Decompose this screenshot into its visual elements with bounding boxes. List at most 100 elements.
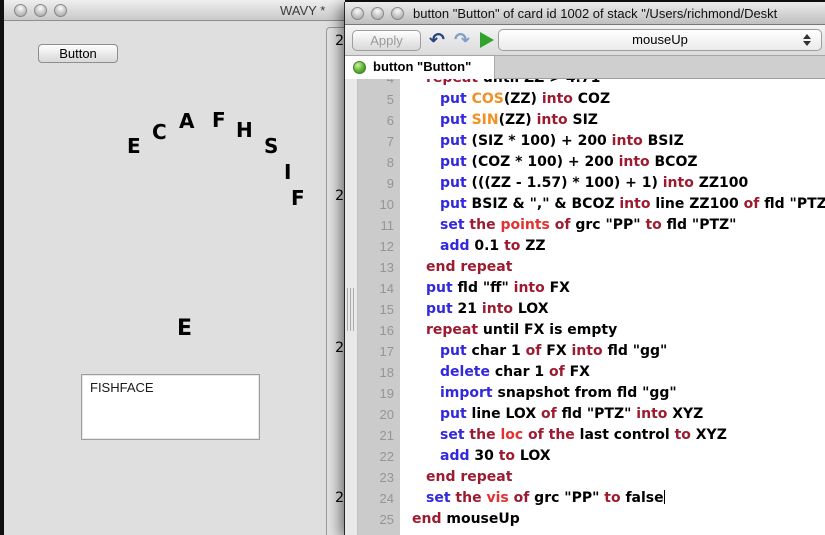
code-line[interactable]: 15put 21 into LOX (358, 299, 825, 320)
close-icon[interactable] (14, 4, 27, 17)
stack-button[interactable]: Button (38, 44, 118, 63)
script-editor-titlebar[interactable]: button "Button" of card id 1002 of stack… (345, 2, 825, 25)
code-text[interactable]: repeat until FX is empty (400, 320, 825, 341)
code-line-filler (358, 530, 825, 535)
line-number: 5 (358, 89, 400, 110)
line-number: 21 (358, 425, 400, 446)
letter-snapshot[interactable]: E (127, 136, 141, 156)
letter-snapshot[interactable]: F (212, 110, 226, 130)
code-line[interactable]: 19import snapshot from fld "gg" (358, 383, 825, 404)
run-icon[interactable] (480, 32, 494, 48)
code-text[interactable]: put 21 into LOX (400, 299, 825, 320)
sidebar-grip-handle[interactable] (347, 288, 356, 331)
code-line[interactable]: 7put (SIZ * 100) + 200 into BSIZ (358, 131, 825, 152)
code-text[interactable]: put char 1 of FX into fld "gg" (400, 341, 825, 362)
code-text[interactable]: put (COZ * 100) + 200 into BCOZ (400, 152, 825, 173)
code-line[interactable]: 11set the points of grc "PP" to fld "PTZ… (358, 215, 825, 236)
code-line[interactable]: 16repeat until FX is empty (358, 320, 825, 341)
code-text[interactable]: put line LOX of fld "PTZ" into XYZ (400, 404, 825, 425)
letter-snapshot[interactable]: S (264, 136, 278, 156)
code-text[interactable]: end repeat (400, 257, 825, 278)
code-text[interactable]: import snapshot from fld "gg" (400, 383, 825, 404)
line-number: 7 (358, 131, 400, 152)
line-number: 20 (358, 404, 400, 425)
line-number: 10 (358, 194, 400, 215)
line-number: 25 (358, 509, 400, 530)
sidebar-collapse-strip (345, 79, 358, 535)
code-text[interactable]: put (SIZ * 100) + 200 into BSIZ (400, 131, 825, 152)
apply-button[interactable]: Apply (352, 30, 421, 51)
code-text[interactable]: end mouseUp (400, 509, 825, 530)
line-number: 16 (358, 320, 400, 341)
line-number: 13 (358, 257, 400, 278)
code-line[interactable]: 18delete char 1 of FX (358, 362, 825, 383)
line-number: 18 (358, 362, 400, 383)
line-number: 6 (358, 110, 400, 131)
code-text[interactable]: set the loc of the last control to XYZ (400, 425, 825, 446)
code-text[interactable]: set the vis of grc "PP" to false (400, 488, 825, 509)
code-line[interactable]: 20put line LOX of fld "PTZ" into XYZ (358, 404, 825, 425)
code-text[interactable]: put COS(ZZ) into COZ (400, 89, 825, 110)
line-number: 11 (358, 215, 400, 236)
code-text[interactable]: set the points of grc "PP" to fld "PTZ" (400, 215, 825, 236)
script-tab-bar: button "Button" (345, 56, 825, 79)
minimize-icon[interactable] (34, 4, 47, 17)
redo-icon[interactable]: ↷ (454, 27, 470, 53)
line-number: 14 (358, 278, 400, 299)
zoom-icon[interactable] (54, 4, 67, 17)
letter-snapshot[interactable]: H (236, 120, 253, 140)
tab-button-Button[interactable]: button "Button" (345, 56, 495, 79)
code-line[interactable]: 9put (((ZZ - 1.57) * 100) + 1) into ZZ10… (358, 173, 825, 194)
code-line[interactable]: 12add 0.1 to ZZ (358, 236, 825, 257)
code-line[interactable]: 17put char 1 of FX into fld "gg" (358, 341, 825, 362)
line-number: 4 (358, 79, 400, 89)
code-line[interactable]: 22add 30 to LOX (358, 446, 825, 467)
letter-snapshot[interactable]: F (291, 188, 305, 208)
stepper-icon (803, 34, 811, 46)
zoom-icon[interactable] (391, 7, 404, 20)
line-number: 15 (358, 299, 400, 320)
ptz-points-field[interactable]: 2222 (326, 27, 345, 535)
moving-letter-snapshot[interactable]: E (177, 318, 192, 340)
letter-snapshot[interactable]: C (152, 122, 167, 142)
code-text[interactable]: put SIN(ZZ) into SIZ (400, 110, 825, 131)
code-line[interactable]: 23end repeat (358, 467, 825, 488)
letter-snapshot[interactable]: I (284, 162, 291, 182)
code-text[interactable]: repeat until ZZ > 4.71 (400, 79, 825, 89)
code-line[interactable]: 24set the vis of grc "PP" to false (358, 488, 825, 509)
code-line[interactable]: 4repeat until ZZ > 4.71 (358, 79, 825, 89)
code-text[interactable]: put (((ZZ - 1.57) * 100) + 1) into ZZ100 (400, 173, 825, 194)
points-field-line: 2 (335, 491, 344, 506)
minimize-icon[interactable] (371, 7, 384, 20)
code-line[interactable]: 8put (COZ * 100) + 200 into BCOZ (358, 152, 825, 173)
code-line[interactable]: 21set the loc of the last control to XYZ (358, 425, 825, 446)
code-text[interactable]: add 30 to LOX (400, 446, 825, 467)
close-icon[interactable] (351, 7, 364, 20)
line-number: 9 (358, 173, 400, 194)
code-text[interactable]: end repeat (400, 467, 825, 488)
code-text[interactable]: put BSIZ & "," & BCOZ into line ZZ100 of… (400, 194, 825, 215)
wavy-titlebar[interactable]: WAVY * (4, 0, 345, 21)
tab-label: button "Button" (373, 59, 471, 74)
code-line[interactable]: 5put COS(ZZ) into COZ (358, 89, 825, 110)
wavy-stack-window: WAVY * Button ECAFHSIF E FISHFACE 2222 (4, 0, 345, 535)
code-line[interactable]: 6put SIN(ZZ) into SIZ (358, 110, 825, 131)
undo-icon[interactable]: ↶ (429, 27, 445, 53)
line-number: 12 (358, 236, 400, 257)
line-number: 8 (358, 152, 400, 173)
code-line[interactable]: 14put fld "ff" into FX (358, 278, 825, 299)
letter-snapshot[interactable]: A (179, 111, 194, 131)
line-number: 19 (358, 383, 400, 404)
code-text[interactable]: put fld "ff" into FX (400, 278, 825, 299)
line-number: 24 (358, 488, 400, 509)
text-cursor (664, 490, 665, 504)
code-text[interactable]: add 0.1 to ZZ (400, 236, 825, 257)
ff-text-field[interactable]: FISHFACE (81, 374, 260, 440)
script-code-area[interactable]: 4repeat until ZZ > 4.715put COS(ZZ) into… (345, 79, 825, 535)
script-editor-toolbar: Apply ↶ ↷ mouseUp (345, 25, 825, 56)
code-line[interactable]: 13end repeat (358, 257, 825, 278)
code-line[interactable]: 10put BSIZ & "," & BCOZ into line ZZ100 … (358, 194, 825, 215)
handler-selector-dropdown[interactable]: mouseUp (498, 29, 822, 51)
code-line[interactable]: 25end mouseUp (358, 509, 825, 530)
code-text[interactable]: delete char 1 of FX (400, 362, 825, 383)
